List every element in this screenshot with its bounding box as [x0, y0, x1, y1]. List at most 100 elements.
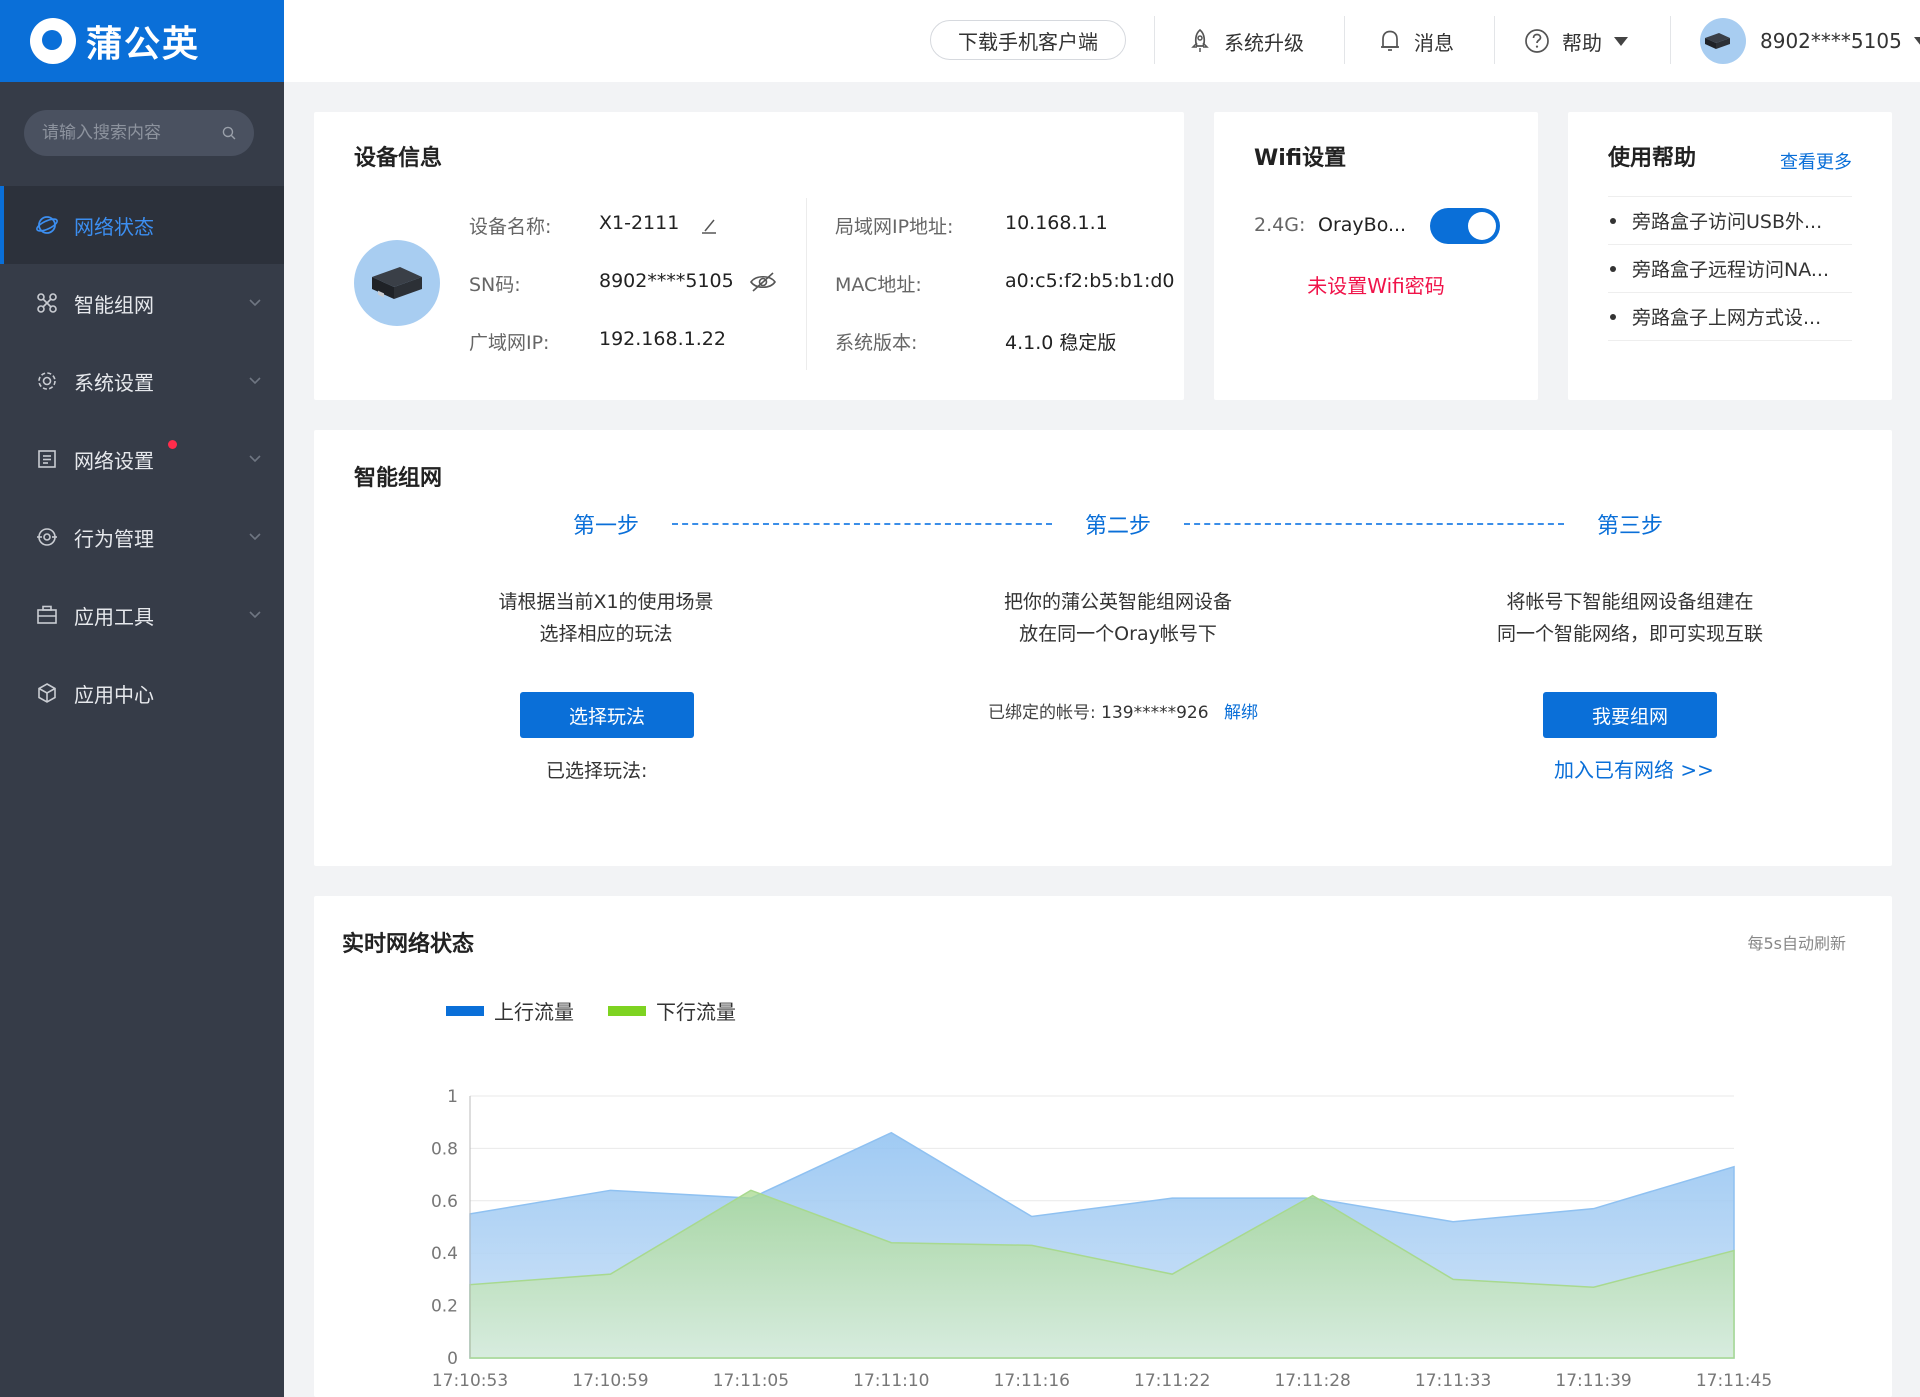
mac-value: a0:c5:f2:b5:b1:d0 [1005, 270, 1175, 292]
x-tick-label: 17:10:53 [432, 1371, 508, 1391]
choose-mode-button[interactable]: 选择玩法 [520, 692, 694, 738]
create-network-button[interactable]: 我要组网 [1543, 692, 1717, 738]
help-article-title: 旁路盒子上网方式设... [1632, 307, 1822, 329]
x-tick-label: 17:11:16 [994, 1371, 1070, 1391]
globe-icon [36, 216, 58, 234]
bound-account-value: 139*****926 [1101, 703, 1209, 723]
wifi-card: Wifi设置 2.4G: OrayBo... 未设置Wifi密码 [1214, 112, 1538, 400]
device-avatar [354, 240, 440, 326]
help-card: 使用帮助 查看更多 旁路盒子访问USB外... 旁路盒子远程访问NA... 旁路… [1568, 112, 1892, 400]
help-article-link[interactable]: 旁路盒子上网方式设... [1608, 293, 1852, 341]
sidebar-item-app-center[interactable]: 应用中心 [0, 654, 284, 732]
account-name: 8902****5105 [1760, 29, 1902, 53]
step-3-description: 将帐号下智能组网设备组建在 同一个智能网络，即可实现互联 [1450, 586, 1810, 650]
x-tick-label: 17:11:22 [1134, 1371, 1210, 1391]
step-desc-line: 同一个智能网络，即可实现互联 [1496, 623, 1763, 645]
card-title: 设备信息 [354, 146, 443, 171]
help-label: 帮助 [1562, 30, 1602, 55]
view-more-link[interactable]: 查看更多 [1780, 148, 1852, 174]
sidebar-item-system-settings[interactable]: 系统设置 [0, 342, 284, 420]
traffic-chart: 0 0.2 0.4 0.6 0.8 1 17:10:53 17:10:59 17:11:05 17… [431, 1087, 1772, 1391]
eye-off-icon[interactable] [748, 270, 778, 294]
search-input[interactable] [42, 123, 222, 143]
x-tick-label: 17:11:28 [1274, 1371, 1350, 1391]
wifi-warning[interactable]: 未设置Wifi密码 [1214, 270, 1538, 299]
sidebar-item-network-settings[interactable]: 网络设置 [0, 420, 284, 498]
question-circle-icon [1525, 29, 1549, 53]
step-3-title: 第三步 [1596, 514, 1663, 539]
wifi-toggle[interactable] [1430, 208, 1500, 244]
step-desc-line: 选择相应的玩法 [539, 623, 673, 645]
y-tick-label: 0.4 [431, 1244, 458, 1264]
divider [1344, 16, 1345, 64]
card-title: 智能组网 [354, 466, 443, 491]
x-tick-label: 17:11:45 [1696, 1371, 1772, 1391]
messages-label: 消息 [1414, 30, 1454, 55]
notification-dot [168, 440, 177, 449]
download-client-button[interactable]: 下载手机客户端 [930, 20, 1126, 60]
help-menu[interactable]: 帮助 [1524, 0, 1628, 82]
sidebar-item-network-status[interactable]: 网络状态 [0, 186, 284, 264]
step-2-title: 第二步 [1084, 514, 1151, 539]
edit-icon[interactable] [698, 214, 720, 236]
divider [1670, 16, 1671, 64]
help-list: 旁路盒子访问USB外... 旁路盒子远程访问NA... 旁路盒子上网方式设... [1608, 196, 1852, 341]
step-1-title: 第一步 [572, 514, 639, 539]
card-title: Wifi设置 [1254, 146, 1347, 171]
search-icon[interactable] [222, 123, 236, 143]
sidebar-item-app-tools[interactable]: 应用工具 [0, 576, 284, 654]
help-article-link[interactable]: 旁路盒子远程访问NA... [1608, 245, 1852, 293]
gear-icon [38, 372, 56, 390]
join-network-link[interactable]: 加入已有网络 >> [1554, 754, 1714, 783]
selected-mode-label: 已选择玩法: [546, 760, 648, 782]
wan-ip-label: 广域网IP: [469, 332, 550, 354]
y-tick-label: 0.6 [431, 1192, 458, 1212]
chevron-down-icon [249, 299, 261, 307]
smart-network-card: 智能组网 第一步 第二步 第三步 请根据当前X1的使用场景 选择相应的玩法 把你… [314, 430, 1892, 866]
wifi-band-label: 2.4G: [1254, 214, 1306, 236]
help-article-link[interactable]: 旁路盒子访问USB外... [1608, 197, 1852, 245]
sidebar-item-label: 应用中心 [74, 682, 154, 707]
sidebar-item-label: 网络设置 [74, 448, 154, 473]
wan-ip-value: 192.168.1.22 [599, 328, 726, 350]
step-2-description: 把你的蒲公英智能组网设备 放在同一个Oray帐号下 [938, 586, 1298, 650]
target-icon [37, 528, 57, 546]
y-tick-label: 0.8 [431, 1139, 458, 1159]
network-icon [37, 293, 57, 313]
version-value: 4.1.0 稳定版 [1005, 332, 1117, 354]
help-article-title: 旁路盒子访问USB外... [1632, 211, 1823, 233]
y-tick-label: 0 [447, 1349, 458, 1369]
divider [1494, 16, 1495, 64]
lan-ip-value: 10.168.1.1 [1005, 212, 1108, 234]
unbind-link[interactable]: 解绑 [1224, 703, 1258, 723]
sidebar-item-smart-network[interactable]: 智能组网 [0, 264, 284, 342]
chevron-down-icon [249, 611, 261, 619]
sidebar: 蒲公英 网络状态 智能组网 [0, 0, 284, 1397]
caret-down-icon [1614, 36, 1628, 46]
realtime-status-card: 实时网络状态 每5s自动刷新 上行流量 下行流量 0 0.2 0.4 0.6 0.8 1 1… [314, 896, 1892, 1397]
messages-button[interactable]: 消息 [1378, 0, 1454, 82]
sidebar-nav: 网络状态 智能组网 系统设置 网络设置 行为管理 应用工具 应用中心 [0, 186, 284, 732]
sidebar-item-label: 智能组网 [74, 292, 154, 317]
system-upgrade-label: 系统升级 [1224, 30, 1304, 55]
x-tick-label: 17:11:10 [853, 1371, 929, 1391]
sidebar-item-behavior-management[interactable]: 行为管理 [0, 498, 284, 576]
account-menu[interactable]: 8902****5105 [1700, 0, 1920, 82]
system-upgrade-button[interactable]: 系统升级 [1188, 0, 1304, 82]
toolbox-icon [37, 605, 57, 624]
wifi-ssid: OrayBo... [1318, 214, 1407, 236]
document-icon [38, 450, 56, 468]
version-label: 系统版本: [835, 332, 918, 354]
rocket-icon [1191, 28, 1209, 52]
sidebar-item-label: 行为管理 [74, 526, 154, 551]
y-tick-label: 0.2 [431, 1297, 458, 1317]
step-desc-line: 将帐号下智能组网设备组建在 [1506, 591, 1754, 613]
step-desc-line: 把你的蒲公英智能组网设备 [1003, 591, 1232, 613]
logo[interactable]: 蒲公英 [0, 0, 284, 82]
help-article-title: 旁路盒子远程访问NA... [1632, 259, 1829, 281]
card-title: 使用帮助 [1608, 146, 1697, 171]
divider [1154, 16, 1155, 64]
x-tick-label: 17:11:39 [1555, 1371, 1631, 1391]
sidebar-item-label: 网络状态 [74, 214, 154, 239]
cube-icon [38, 683, 56, 703]
